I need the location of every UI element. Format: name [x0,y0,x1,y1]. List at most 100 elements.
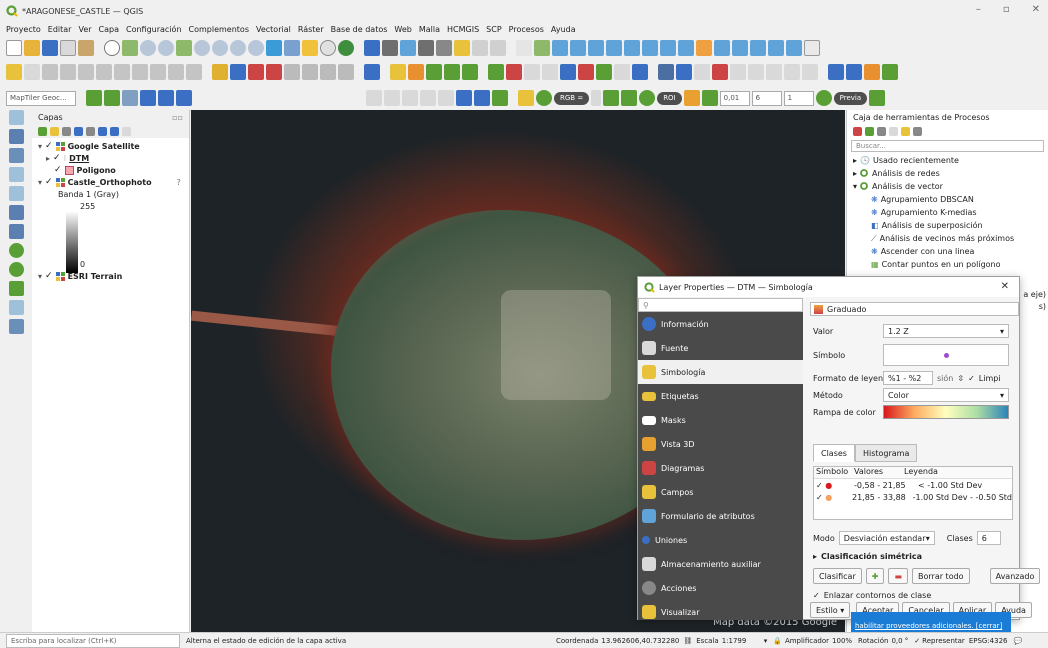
scp-input-icon[interactable] [518,90,534,106]
tool-l-icon[interactable] [864,64,880,80]
plugin-7-icon[interactable] [624,40,640,56]
method-select[interactable]: Color ▾ [883,388,1009,402]
tree-item[interactable]: ▦ Contar puntos en un polígono [853,258,1048,271]
valor-field[interactable]: 1.2 Z ▾ [883,324,1009,338]
models-icon[interactable] [853,126,862,136]
dialog-close-icon[interactable]: ✕ [1001,281,1009,292]
scp-b-icon[interactable] [621,90,638,106]
scp-3-icon[interactable] [524,64,540,80]
vertex-tool-icon[interactable] [78,64,94,80]
scp-1-icon[interactable] [488,64,504,80]
maptiler-5-icon[interactable] [158,90,174,106]
nav-almacenamiento-auxiliar[interactable]: Almacenamiento auxiliar [638,552,803,576]
layer-esri-terrain[interactable]: ▾ ✓ ESRI Terrain [38,270,189,282]
tool-d-icon[interactable] [712,64,728,80]
nav-etiquetas[interactable]: Etiquetas [638,384,803,408]
digitize-2-icon[interactable] [408,64,424,80]
virtual-layer-icon[interactable] [8,319,24,334]
remove-layer-icon[interactable] [122,126,131,136]
maptiler-4-icon[interactable] [140,90,156,106]
tree-item[interactable]: ◧ Análisis de superposición [853,219,1048,232]
plugin-15-icon[interactable] [768,40,784,56]
menu-base-de-datos[interactable]: Base de datos [331,25,388,34]
show-bookmarks-icon[interactable] [302,40,318,56]
menu-ver[interactable]: Ver [78,25,91,34]
add-delimited-icon[interactable] [8,167,24,182]
label-7-icon[interactable] [320,64,336,80]
color-ramp-select[interactable] [883,405,1009,419]
label-3-icon[interactable] [248,64,264,80]
scale-select[interactable]: 1:1799 [722,637,764,645]
scp-6-icon[interactable] [578,64,594,80]
zoom-full-icon[interactable] [176,40,192,56]
tree-item[interactable]: ▾ Análisis de vector [853,180,1048,193]
scp-4-icon[interactable] [542,64,558,80]
label-4-icon[interactable] [266,64,282,80]
bookmark-icon[interactable] [284,40,300,56]
undo-icon[interactable] [168,64,184,80]
tab-clases[interactable]: Clases [813,444,855,462]
plugin-2-icon[interactable] [534,40,550,56]
layer-visibility-checkbox[interactable]: ✓ [45,141,53,151]
save-project-icon[interactable] [42,40,58,56]
lock-icon[interactable]: 🔒 [773,637,782,645]
annotation-icon[interactable] [454,40,470,56]
tool-f-icon[interactable] [748,64,764,80]
shape-2-icon[interactable] [384,90,400,106]
menu-ayuda[interactable]: Ayuda [551,25,576,34]
class-symbol[interactable]: ✓ ● [814,493,852,502]
menu-procesos[interactable]: Procesos [509,25,544,34]
temporal-icon[interactable] [320,40,336,56]
maptiler-6-icon[interactable] [176,90,192,106]
shape-6-icon[interactable] [456,90,472,106]
layer-google-satellite[interactable]: ▾ ✓ Google Satellite [38,140,189,152]
add-vector-icon[interactable] [8,110,24,125]
maptiler-2-icon[interactable] [104,90,120,106]
roi-a-icon[interactable] [683,90,700,106]
maptiler-geocoder-input[interactable]: MapTiler Geoc... [6,90,76,106]
plugin-14-icon[interactable] [750,40,766,56]
nav-search-icon[interactable]: ⚲ [638,298,803,312]
expand-arrow-icon[interactable]: ▾ [38,178,42,187]
tool-m-icon[interactable] [882,64,898,80]
new-map-view-icon[interactable] [266,40,282,56]
label-2-icon[interactable] [230,64,246,80]
tree-item[interactable]: ❋ Agrupamiento K-medias [853,206,1048,219]
field-calculator-icon[interactable] [400,40,416,56]
style-menu-button[interactable]: Estilo ▾ [810,602,851,618]
copy-features-icon[interactable] [132,64,148,80]
add-mesh-icon[interactable] [8,148,24,163]
digitize-3-icon[interactable] [426,64,442,80]
style-manager-icon[interactable] [78,40,94,56]
history-icon[interactable] [877,126,886,136]
scp-c-icon[interactable] [639,90,656,106]
tree-item[interactable]: ❋ Agrupamiento DBSCAN [853,193,1048,206]
tool-j-icon[interactable] [828,64,844,80]
scp-5-icon[interactable] [560,64,576,80]
map-tips-icon[interactable] [472,40,488,56]
zoom-layer-icon[interactable] [212,40,228,56]
identify-icon[interactable] [364,40,380,56]
expand-all-icon[interactable] [98,126,107,136]
maximize-button[interactable]: ▫ [1003,4,1010,15]
tool-b-icon[interactable] [676,64,692,80]
provider-notice[interactable]: habilitar proveedores adicionales. [cerr… [851,612,1011,632]
pan-icon[interactable] [104,40,120,56]
filter-legend-icon[interactable] [74,126,83,136]
nav-fuente[interactable]: Fuente [638,336,803,360]
dist-input-1[interactable]: 0,01 [719,90,750,106]
cut-features-icon[interactable] [114,64,130,80]
layer-castle-orthophoto[interactable]: ▾ ✓ Castle_Orthophoto ? [38,176,189,188]
trim-checkbox[interactable]: ✓ [968,374,975,383]
tool-i-icon[interactable] [802,64,818,80]
open-styling-icon[interactable] [38,126,47,136]
nav-simbologia[interactable]: Simbología [638,360,803,384]
layer-dtm[interactable]: ▸ ✓ ⁝ DTM [38,152,189,164]
remove-class-icon[interactable]: ▬ [888,568,908,584]
table-row[interactable]: ✓ ● -0,58 - 21,85 < -1.00 Std Dev [814,479,1012,491]
dist-input-2[interactable]: 6 [751,90,782,106]
scp-zoom-icon[interactable] [536,90,552,106]
menu-editar[interactable]: Editar [48,25,72,34]
preview-zoom-icon[interactable] [815,90,832,106]
layer-visibility-checkbox[interactable]: ✓ [45,177,53,187]
